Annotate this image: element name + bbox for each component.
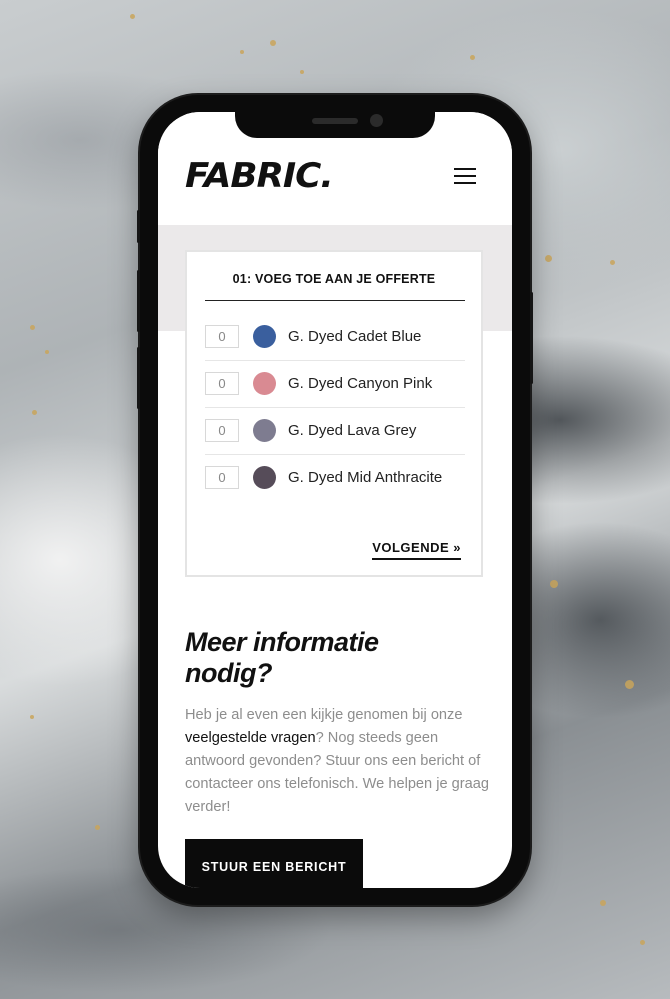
divider <box>205 300 465 301</box>
product-label: G. Dyed Mid Anthracite <box>288 469 443 486</box>
quantity-input[interactable] <box>205 372 239 395</box>
next-button[interactable]: VOLGENDE » <box>372 540 461 560</box>
quantity-input[interactable] <box>205 466 239 489</box>
phone-frame: FABRIC. 01: VOEG TOE AAN JE OFFERTE G. D… <box>137 95 533 905</box>
list-item: G. Dyed Canyon Pink <box>205 361 465 408</box>
list-item: G. Dyed Cadet Blue <box>205 314 465 361</box>
quote-card-title: 01: VOEG TOE AAN JE OFFERTE <box>232 272 436 286</box>
list-item: G. Dyed Lava Grey <box>205 408 465 455</box>
quantity-input[interactable] <box>205 419 239 442</box>
hamburger-menu-icon[interactable] <box>454 168 476 184</box>
color-swatch <box>253 372 276 395</box>
product-label: G. Dyed Canyon Pink <box>288 375 433 392</box>
faq-link[interactable]: veelgestelde vragen <box>185 730 316 746</box>
silent-switch <box>137 210 140 243</box>
volume-down-button <box>137 347 140 409</box>
fabric-logo[interactable]: FABRIC. <box>185 156 334 196</box>
phone-screen: FABRIC. 01: VOEG TOE AAN JE OFFERTE G. D… <box>158 112 512 888</box>
info-heading: Meer informatie nodig? <box>185 627 485 689</box>
color-swatch <box>253 466 276 489</box>
color-swatch <box>253 419 276 442</box>
product-label: G. Dyed Cadet Blue <box>288 328 422 345</box>
quote-card: 01: VOEG TOE AAN JE OFFERTE G. Dyed Cade… <box>185 250 483 577</box>
send-message-button[interactable]: STUUR EEN BERICHT <box>185 839 363 888</box>
notch <box>235 112 435 138</box>
list-item: G. Dyed Mid Anthracite <box>205 455 465 501</box>
power-button <box>530 292 533 384</box>
quantity-input[interactable] <box>205 325 239 348</box>
speaker-grill <box>312 118 358 124</box>
info-text-start: Heb je al even een kijkje genomen bij on… <box>185 707 463 723</box>
info-heading-line-1: Meer informatie <box>185 627 379 657</box>
front-camera <box>370 114 383 127</box>
product-label: G. Dyed Lava Grey <box>288 422 417 439</box>
info-heading-line-2: nodig? <box>185 658 272 688</box>
color-swatch <box>253 325 276 348</box>
info-paragraph: Heb je al even een kijkje genomen bij on… <box>185 704 490 819</box>
volume-up-button <box>137 270 140 332</box>
